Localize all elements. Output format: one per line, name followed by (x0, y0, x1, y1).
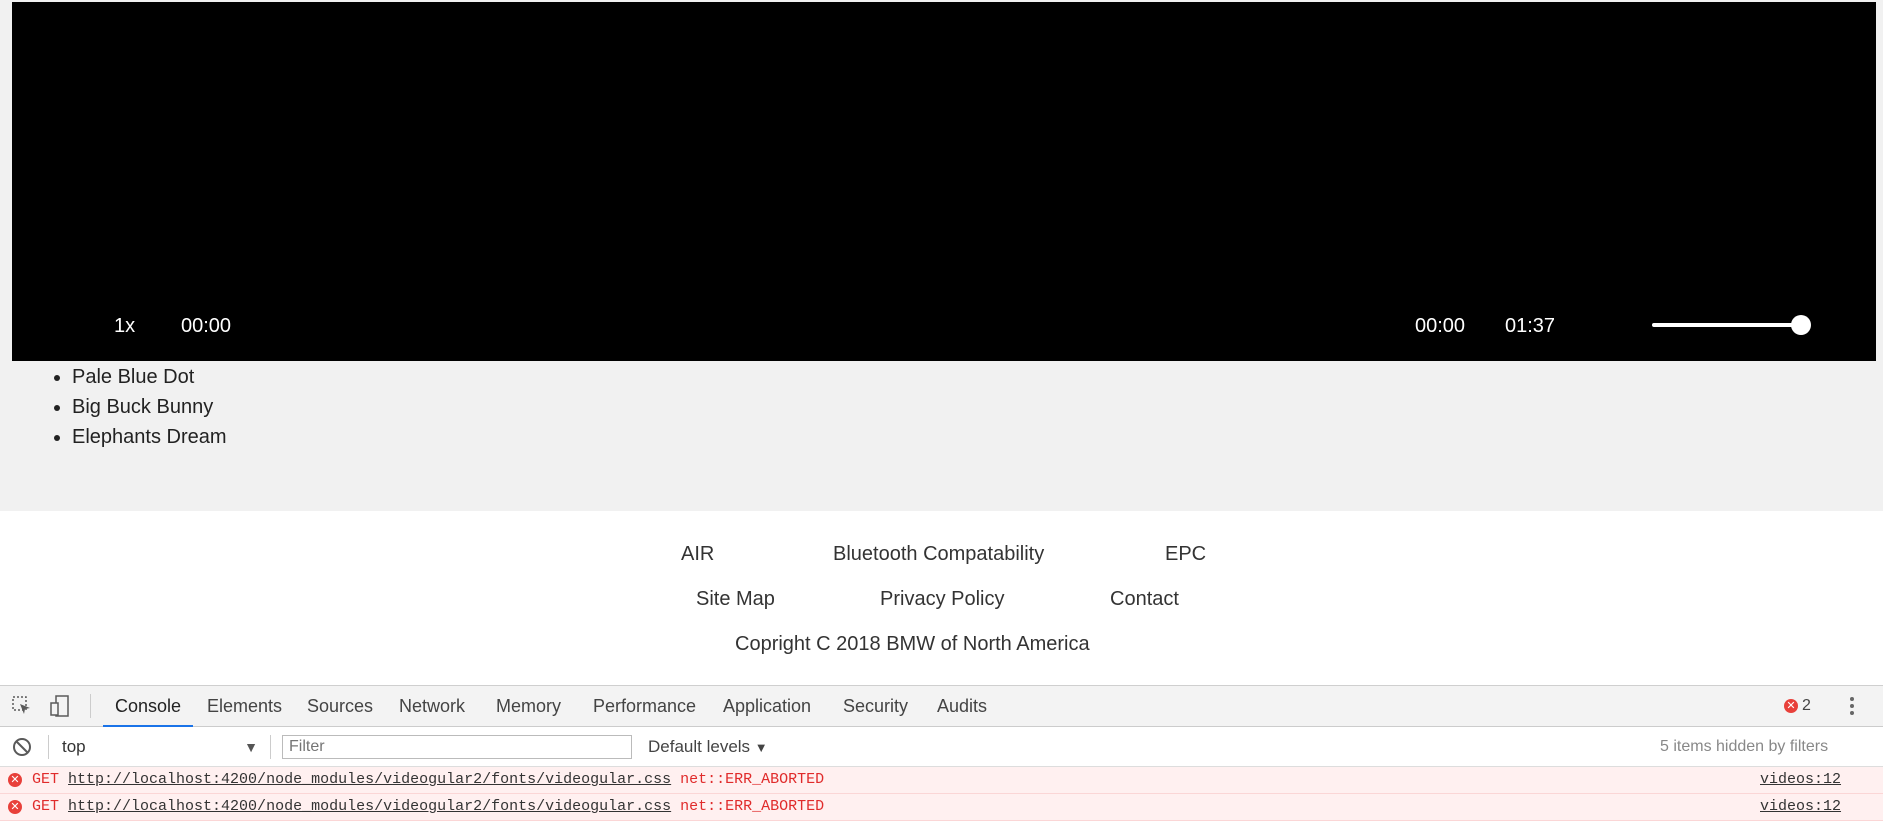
playback-speed-button[interactable]: 1x (114, 315, 135, 338)
log-levels-dropdown[interactable]: Default levels ▼ (648, 735, 768, 759)
footer-link-contact[interactable]: Contact (1110, 588, 1179, 611)
volume-slider-handle[interactable] (1791, 315, 1811, 335)
tab-network[interactable]: Network (399, 686, 465, 726)
footer-link-air[interactable]: AIR (681, 543, 714, 566)
levels-label: Default levels (648, 737, 751, 756)
console-log-row[interactable]: ✕ GET http://localhost:4200/node_modules… (0, 767, 1883, 794)
console-log-row[interactable]: ✕ GET http://localhost:4200/node_modules… (0, 794, 1883, 821)
filter-divider (48, 735, 49, 759)
toolbar-divider (90, 694, 91, 718)
filter-divider (270, 735, 271, 759)
tab-elements[interactable]: Elements (207, 686, 282, 726)
chevron-down-icon: ▼ (244, 739, 258, 755)
log-message: GET http://localhost:4200/node_modules/v… (32, 798, 825, 815)
footer-link-bluetooth[interactable]: Bluetooth Compatability (833, 543, 1044, 566)
context-selector[interactable]: top ▼ (62, 735, 258, 759)
page-content: 1x 00:00 00:00 01:37 Pale Blue Dot Big B… (0, 0, 1883, 511)
log-url[interactable]: http://localhost:4200/node_modules/video… (68, 771, 671, 788)
error-icon: ✕ (8, 800, 22, 814)
footer: AIR Bluetooth Compatability EPC Site Map… (0, 511, 1883, 685)
device-toolbar-icon[interactable] (48, 694, 72, 718)
playlist-item[interactable]: Pale Blue Dot (72, 362, 227, 392)
console-filter-bar: top ▼ Default levels ▼ 5 items hidden by… (0, 727, 1883, 767)
error-icon: ✕ (1784, 698, 1798, 713)
log-message: GET http://localhost:4200/node_modules/v… (32, 771, 825, 788)
context-value: top (62, 737, 86, 756)
log-error: net::ERR_ABORTED (680, 771, 825, 788)
tab-console[interactable]: Console (102, 686, 194, 727)
playlist: Pale Blue Dot Big Buck Bunny Elephants D… (0, 362, 227, 452)
elapsed-time: 00:00 (1415, 315, 1466, 337)
tab-security[interactable]: Security (843, 686, 908, 726)
inspect-element-icon[interactable] (10, 694, 34, 718)
log-source-link[interactable]: videos:12 (1760, 767, 1841, 793)
footer-link-privacy-policy[interactable]: Privacy Policy (880, 588, 1004, 611)
error-count: 2 (1802, 697, 1811, 714)
video-player[interactable]: 1x 00:00 00:00 01:37 (12, 2, 1876, 361)
footer-link-epc[interactable]: EPC (1165, 543, 1206, 566)
error-counter[interactable]: ✕ 2 (1784, 694, 1811, 718)
tab-memory[interactable]: Memory (496, 686, 561, 726)
devtools-toolbar: Console Elements Sources Network Memory … (0, 686, 1883, 727)
log-error: net::ERR_ABORTED (680, 798, 825, 815)
tab-audits[interactable]: Audits (937, 686, 987, 726)
total-duration: 01:37 (1505, 315, 1556, 337)
more-options-icon[interactable] (1845, 694, 1859, 718)
playlist-item[interactable]: Elephants Dream (72, 422, 227, 452)
copyright-text: Copright C 2018 BMW of North America (735, 633, 1090, 655)
tab-performance[interactable]: Performance (593, 686, 696, 726)
playlist-item[interactable]: Big Buck Bunny (72, 392, 227, 422)
volume-slider[interactable] (1652, 323, 1804, 327)
tab-sources[interactable]: Sources (307, 686, 373, 726)
log-url[interactable]: http://localhost:4200/node_modules/video… (68, 798, 671, 815)
log-source-link[interactable]: videos:12 (1760, 794, 1841, 820)
hidden-items-info: 5 items hidden by filters (1660, 738, 1829, 755)
current-time: 00:00 (181, 315, 232, 337)
chevron-down-icon: ▼ (754, 740, 768, 755)
footer-link-site-map[interactable]: Site Map (696, 588, 775, 611)
clear-console-icon[interactable] (10, 735, 34, 759)
console-filter-input[interactable] (282, 735, 632, 759)
error-icon: ✕ (8, 773, 22, 787)
devtools-panel: Console Elements Sources Network Memory … (0, 685, 1883, 821)
tab-application[interactable]: Application (723, 686, 811, 726)
